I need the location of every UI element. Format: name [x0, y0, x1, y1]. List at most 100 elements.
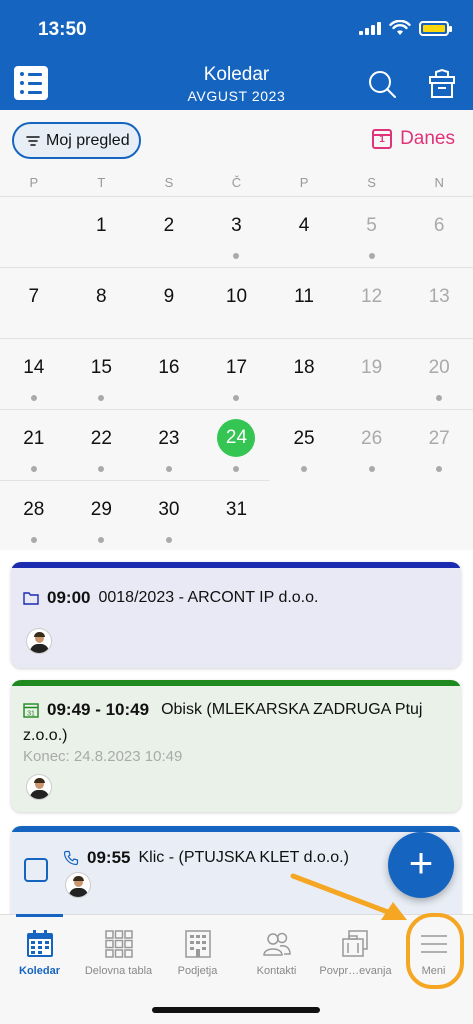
month-label[interactable]: AVGUST 2023	[0, 88, 473, 104]
calendar-day[interactable]: 2	[135, 197, 203, 267]
today-button[interactable]: 1 Danes	[372, 128, 455, 150]
calendar-day[interactable]: 19	[338, 339, 406, 409]
event-card[interactable]: 09:00 0018/2023 - ARCONT IP d.o.o.	[11, 562, 461, 668]
event-title: 0018/2023 - ARCONT IP d.o.o.	[98, 589, 319, 606]
nav-item-delovna-tabla[interactable]: Delovna tabla	[79, 915, 158, 987]
calendar-day[interactable]: 3	[203, 197, 271, 267]
event-indicator-dot	[30, 466, 37, 472]
calendar-day-number: 9	[163, 286, 175, 307]
calendar-day[interactable]: 6	[405, 197, 473, 267]
building-icon	[185, 930, 211, 958]
calendar-day[interactable]: 11	[270, 268, 338, 338]
calendar-day-number: 1	[96, 215, 107, 236]
calendar-day[interactable]: 25	[270, 410, 338, 480]
calendar-day-number: 14	[23, 357, 45, 378]
calendar-day[interactable]: 26	[338, 410, 406, 480]
calendar-week-row: 1 2 3 4 5 6	[0, 196, 473, 267]
event-indicator-dot	[98, 395, 105, 401]
briefcase-icon	[342, 930, 368, 957]
calendar-day[interactable]: 16	[135, 339, 203, 409]
calendar-day-number: 19	[361, 357, 383, 378]
calendar-day-number: 29	[90, 499, 112, 520]
calendar-day[interactable]: 18	[270, 339, 338, 409]
calendar-day[interactable]: 1	[68, 197, 136, 267]
weekday-label: T	[97, 175, 106, 190]
calendar-day[interactable]: 7	[0, 268, 68, 338]
today-label: Danes	[400, 128, 455, 149]
event-title-continued: z.o.o.)	[23, 727, 68, 744]
event-indicator-dot	[436, 395, 443, 401]
calendar-day-number: 25	[293, 428, 315, 449]
annotation-highlight-circle	[406, 913, 464, 989]
event-indicator-dot	[165, 466, 172, 472]
calendar-day-number: 7	[28, 286, 40, 307]
page-title: Koledar	[203, 64, 270, 85]
nav-item-podjetja[interactable]: Podjetja	[158, 915, 237, 987]
event-indicator-dot	[98, 537, 105, 543]
task-checkbox[interactable]	[24, 858, 48, 882]
event-card[interactable]: 31 09:49 - 10:49 Obisk (MLEKARSKA ZADRUG…	[11, 680, 461, 812]
grid-icon	[105, 930, 133, 958]
calendar-day-number: 2	[163, 215, 175, 236]
nav-label: Povpr…evanja	[319, 965, 392, 977]
archive-icon[interactable]	[426, 68, 458, 100]
signal-icon	[359, 21, 381, 35]
calendar-icon: 31	[23, 703, 39, 718]
calendar-icon	[27, 930, 53, 957]
contacts-icon	[263, 932, 291, 956]
calendar-day-number: 24	[217, 419, 256, 457]
calendar-day[interactable]: 28	[0, 480, 68, 551]
page-title-block: Koledar AVGUST 2023	[0, 64, 473, 104]
weekday-label: P	[29, 175, 39, 190]
calendar-day[interactable]: 9	[135, 268, 203, 338]
calendar-day-number: 26	[361, 428, 383, 449]
event-indicator-dot	[368, 253, 375, 259]
filter-chip-label: Moj pregled	[46, 131, 130, 149]
calendar-day[interactable]: 30	[135, 480, 203, 551]
calendar-day[interactable]: 23	[135, 410, 203, 480]
event-indicator-dot	[30, 537, 37, 543]
search-icon[interactable]	[366, 68, 398, 100]
calendar-day-number: 11	[294, 286, 314, 307]
filter-chip[interactable]: Moj pregled	[12, 122, 141, 159]
calendar-day-number: 6	[433, 215, 445, 236]
calendar-day[interactable]: 31	[202, 480, 271, 551]
calendar-day-selected[interactable]: 24	[203, 410, 271, 480]
event-indicator-dot	[98, 466, 105, 472]
calendar-empty-cell	[0, 197, 68, 267]
calendar-day-number: 15	[90, 357, 112, 378]
weekday-header: P T S Č P S N	[0, 170, 473, 196]
calendar-weeks: 1 2 3 4 5 6 7 8 9 10 11 12 13 14 15 16 17 18 19 20 21 22 23 24 2…	[0, 196, 473, 551]
calendar-day-number: 8	[96, 286, 107, 307]
status-icons	[359, 20, 452, 36]
weekday-label: P	[299, 175, 309, 190]
calendar-day[interactable]: 10	[203, 268, 271, 338]
calendar-day[interactable]: 20	[405, 339, 473, 409]
wifi-icon	[389, 20, 411, 35]
calendar-day[interactable]: 22	[68, 410, 136, 480]
calendar-day[interactable]: 5	[338, 197, 406, 267]
month-calendar: P T S Č P S N 1 2 3 4 5 6 7 8 9 10 11 12 13 14 15 16 17 1…	[0, 170, 473, 550]
calendar-day[interactable]: 27	[405, 410, 473, 480]
calendar-day[interactable]: 8	[68, 268, 136, 338]
calendar-day[interactable]: 4	[270, 197, 338, 267]
calendar-day-number: 3	[231, 215, 242, 236]
folder-icon	[23, 592, 39, 605]
nav-item-koledar[interactable]: Koledar	[0, 914, 79, 987]
bottom-navigation: Koledar Delovna tabla Podjetja Kontakti …	[0, 914, 473, 1024]
nav-label: Delovna tabla	[84, 965, 153, 977]
calendar-day[interactable]: 17	[203, 339, 271, 409]
app-header: 13:50 Koledar AVGUST 2023	[0, 0, 473, 110]
nav-label: Podjetja	[177, 965, 218, 977]
event-indicator-dot	[368, 466, 375, 472]
calendar-day[interactable]: 13	[405, 268, 473, 338]
calendar-day[interactable]: 15	[68, 339, 136, 409]
calendar-day[interactable]: 21	[0, 410, 68, 480]
calendar-day-number: 23	[158, 428, 180, 449]
calendar-empty-cell	[405, 480, 473, 551]
calendar-day[interactable]: 12	[338, 268, 406, 338]
calendar-day[interactable]: 29	[67, 480, 136, 551]
calendar-week-row: 14 15 16 17 18 19 20	[0, 338, 473, 409]
event-title: Klic - (PTUJSKA KLET d.o.o.)	[138, 849, 349, 866]
calendar-day[interactable]: 14	[0, 339, 68, 409]
